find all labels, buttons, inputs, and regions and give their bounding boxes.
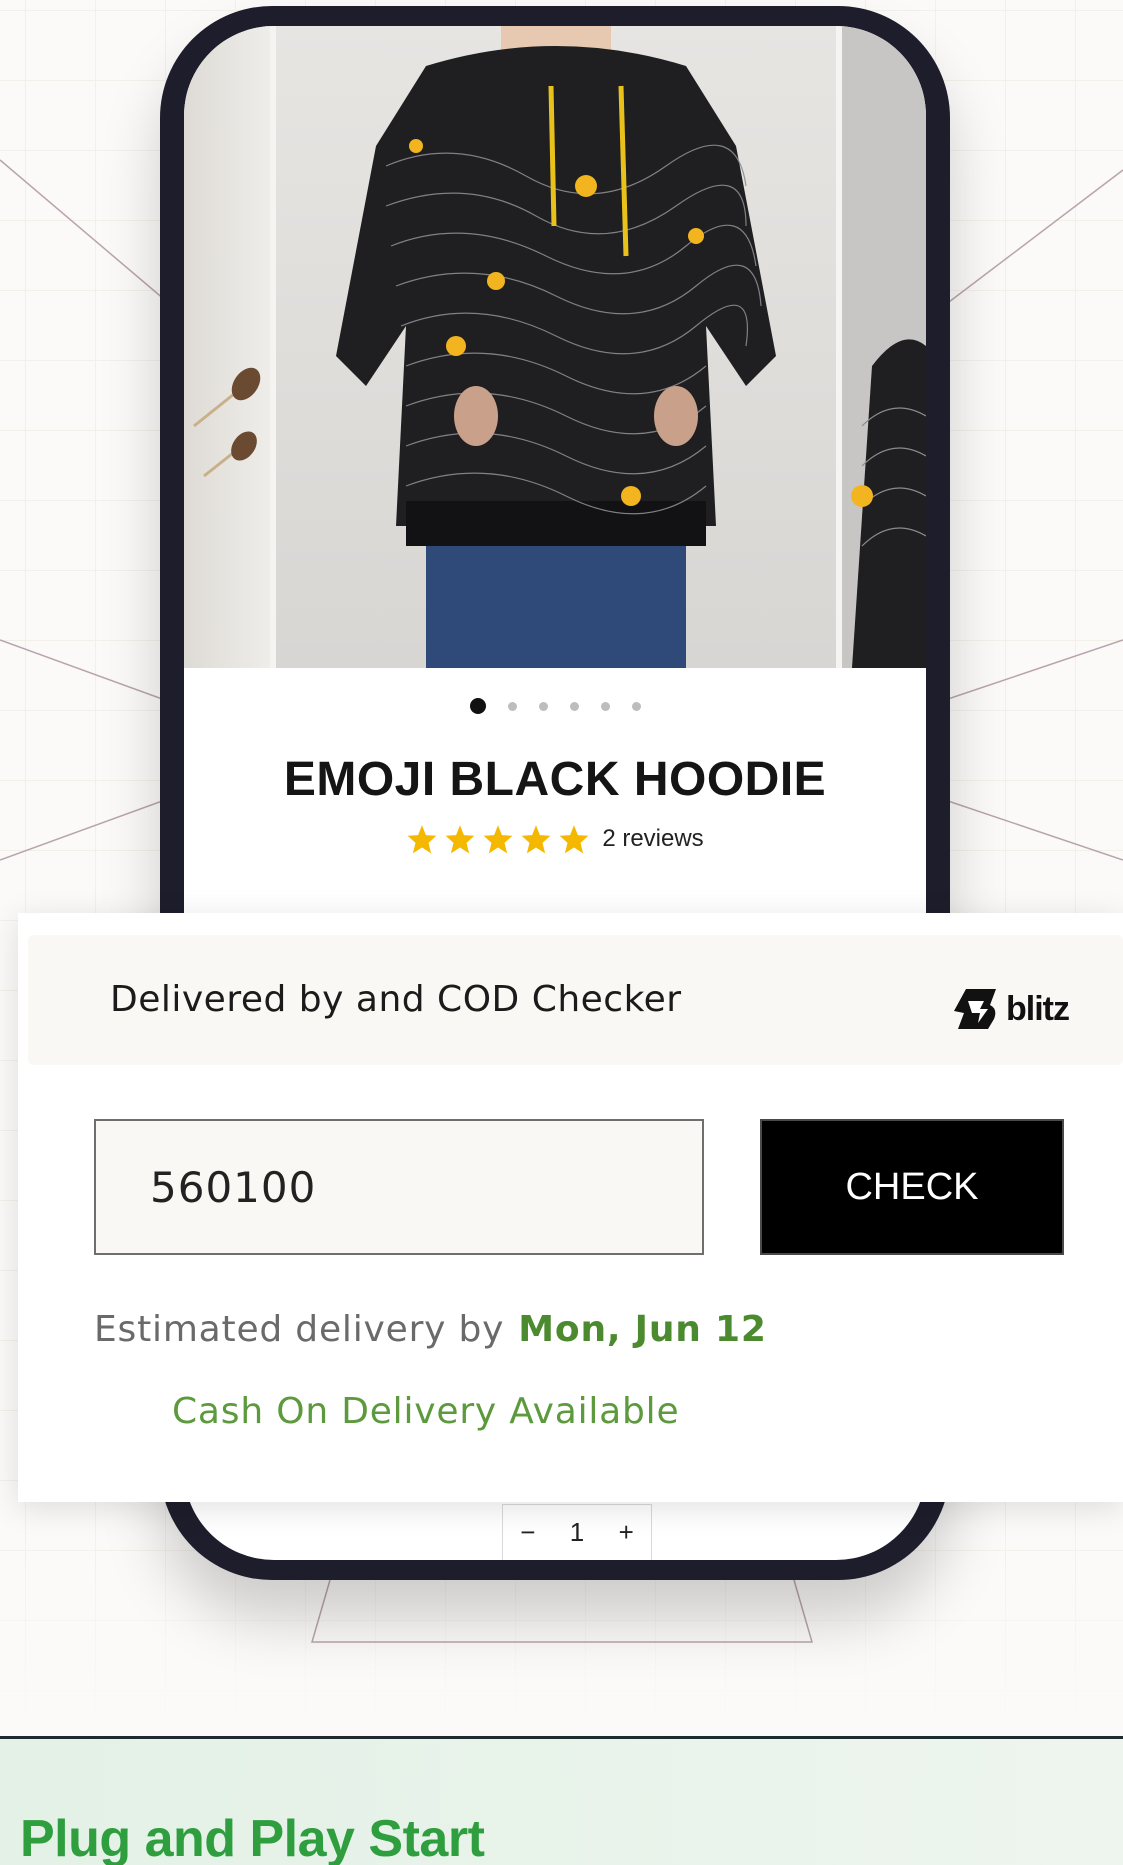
star-icon	[521, 825, 551, 854]
blitz-logo: blitz	[952, 987, 1070, 1031]
feature-banner: Plug and Play Start	[0, 1736, 1123, 1865]
brand-name: blitz	[1006, 989, 1070, 1028]
estimate-date: Mon, Jun 12	[518, 1309, 767, 1350]
quantity-value: 1	[569, 1517, 585, 1547]
delivery-estimate: Estimated delivery by Mon, Jun 12	[94, 1309, 767, 1350]
hoodie-photo	[336, 26, 776, 668]
gallery-slide-previous[interactable]	[184, 26, 270, 668]
gallery-dot-6[interactable]	[631, 701, 641, 711]
quantity-increase-button[interactable]: +	[619, 1517, 634, 1548]
gallery-slide-next[interactable]	[842, 26, 926, 668]
star-icon	[559, 825, 589, 854]
blitz-logo-icon	[954, 989, 996, 1029]
pincode-input[interactable]	[94, 1119, 704, 1255]
product-title: EMOJI BLACK HOODIE	[283, 753, 827, 806]
pinecone-decoration	[193, 367, 261, 478]
gallery-dot-5[interactable]	[600, 701, 610, 711]
gallery-dot-3[interactable]	[538, 701, 548, 711]
product-rating[interactable]: 2 reviews	[184, 824, 926, 854]
widget-title: Delivered by and COD Checker	[110, 979, 682, 1020]
gallery-slide-main[interactable]	[276, 26, 904, 668]
delivery-checker-widget: Delivered by and COD Checker blitz CHECK…	[18, 913, 1123, 1502]
quantity-stepper[interactable]: − 1 +	[502, 1504, 652, 1560]
star-icon	[483, 825, 513, 854]
gallery-pagination[interactable]	[184, 698, 926, 714]
gallery-dot-2[interactable]	[507, 701, 517, 711]
check-button[interactable]: CHECK	[760, 1119, 1064, 1255]
cod-status: Cash On Delivery Available	[172, 1391, 680, 1432]
star-rating	[406, 824, 590, 854]
gallery-dot-4[interactable]	[569, 701, 579, 711]
reviews-link[interactable]: 2 reviews	[602, 825, 703, 853]
star-icon	[407, 825, 437, 854]
gallery-dot-1[interactable]	[469, 698, 486, 714]
quantity-decrease-button[interactable]: −	[520, 1517, 535, 1548]
hoodie-photo-partial	[851, 339, 926, 668]
widget-header: Delivered by and COD Checker blitz	[28, 935, 1123, 1065]
star-icon	[445, 825, 475, 854]
estimate-label: Estimated delivery by	[94, 1309, 505, 1350]
banner-title: Plug and Play Start	[20, 1810, 485, 1865]
product-gallery[interactable]	[184, 26, 926, 668]
